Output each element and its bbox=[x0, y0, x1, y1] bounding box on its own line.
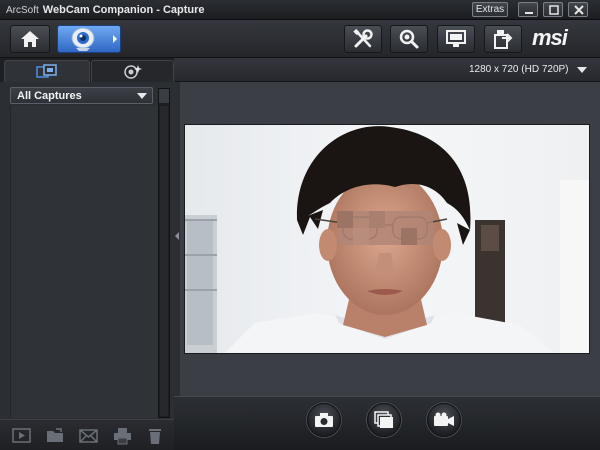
title-bar: ArcSoft WebCam Companion - Capture Extras bbox=[0, 0, 600, 20]
print-icon bbox=[114, 428, 131, 445]
magnifier-icon bbox=[399, 29, 419, 49]
home-button[interactable] bbox=[10, 25, 50, 53]
delete-button[interactable] bbox=[146, 427, 166, 445]
panel-tabs bbox=[0, 58, 174, 82]
play-icon bbox=[12, 428, 31, 443]
export-button[interactable] bbox=[484, 25, 522, 53]
preview-header: 1280 x 720 (HD 720P) bbox=[174, 58, 600, 82]
video-record-button[interactable] bbox=[427, 403, 461, 437]
extras-button[interactable]: Extras bbox=[472, 2, 508, 17]
captures-filter-dropdown[interactable]: All Captures bbox=[10, 87, 153, 104]
resolution-selector[interactable]: 1280 x 720 (HD 720P) bbox=[469, 64, 569, 75]
snapshot-button[interactable] bbox=[307, 403, 341, 437]
burst-capture-button[interactable] bbox=[367, 403, 401, 437]
capture-actions-bar bbox=[0, 419, 174, 450]
settings-button[interactable] bbox=[344, 25, 382, 53]
trash-icon bbox=[149, 429, 161, 444]
main-toolbar bbox=[0, 20, 600, 58]
minimize-button[interactable] bbox=[518, 2, 538, 17]
webcam-preview bbox=[184, 124, 590, 354]
tab-captures[interactable] bbox=[4, 60, 90, 82]
captures-panel: All Captures bbox=[0, 58, 174, 450]
captures-icon bbox=[36, 63, 57, 78]
app-title: WebCam Companion - Capture bbox=[42, 4, 205, 16]
webcam-icon bbox=[71, 27, 95, 51]
msi-logo: msi bbox=[532, 25, 568, 50]
email-icon bbox=[79, 429, 98, 443]
preview-area bbox=[180, 82, 600, 400]
open-folder-button[interactable] bbox=[46, 427, 66, 445]
scroll-track[interactable] bbox=[160, 106, 168, 416]
home-icon bbox=[21, 31, 39, 47]
tools-icon bbox=[353, 28, 373, 48]
captures-scrollbar[interactable] bbox=[158, 88, 170, 418]
open-folder-icon bbox=[47, 428, 63, 442]
display-button[interactable] bbox=[437, 25, 475, 53]
video-record-icon bbox=[434, 412, 454, 426]
dropdown-arrow-icon bbox=[137, 93, 147, 99]
minimize-icon bbox=[525, 12, 533, 14]
effects-icon bbox=[123, 64, 142, 79]
collapse-arrow-icon[interactable] bbox=[175, 232, 179, 240]
scroll-up-button[interactable] bbox=[159, 89, 169, 103]
print-button[interactable] bbox=[113, 427, 133, 445]
maximize-button[interactable] bbox=[543, 2, 563, 17]
window-title: ArcSoft WebCam Companion - Capture bbox=[6, 4, 205, 16]
monitor-icon bbox=[446, 30, 466, 47]
maximize-icon bbox=[549, 5, 559, 15]
email-button[interactable] bbox=[79, 427, 99, 445]
play-button[interactable] bbox=[12, 427, 32, 445]
filter-selected-value: All Captures bbox=[17, 90, 82, 102]
resolution-dropdown-arrow-icon[interactable] bbox=[577, 67, 587, 73]
search-button[interactable] bbox=[390, 25, 428, 53]
burst-capture-icon bbox=[374, 411, 393, 428]
close-button[interactable] bbox=[568, 2, 588, 17]
close-icon bbox=[574, 5, 584, 15]
brand-name: ArcSoft bbox=[6, 5, 39, 16]
webcam-feed-image bbox=[185, 125, 589, 353]
capture-controls-bar bbox=[174, 396, 600, 450]
capture-mode-button[interactable] bbox=[57, 25, 121, 53]
export-icon bbox=[494, 30, 513, 49]
chevron-right-icon bbox=[113, 35, 117, 43]
tab-effects[interactable] bbox=[91, 60, 174, 82]
snapshot-camera-icon bbox=[315, 413, 333, 427]
captures-list[interactable] bbox=[10, 106, 158, 418]
